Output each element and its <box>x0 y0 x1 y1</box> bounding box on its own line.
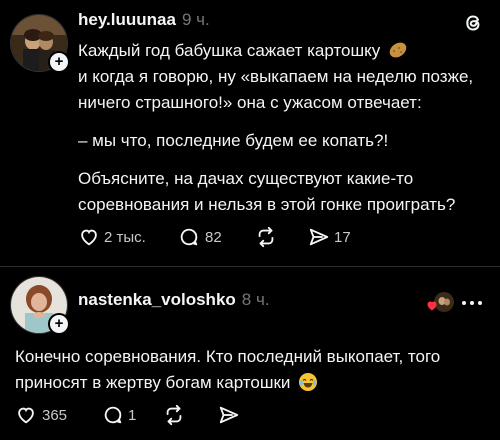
reply-reply-count: 1 <box>128 407 137 424</box>
post-text-line-6: соревнования и нельзя в этой гонке проиг… <box>78 195 456 214</box>
post-text-line-2: и когда я говорю, ну «выкапаем на неделю… <box>78 67 474 86</box>
potato-emoji-icon <box>388 40 408 60</box>
repost-icon[interactable] <box>255 226 277 248</box>
post-text-line: Каждый год бабушка сажает картошку <box>78 38 408 63</box>
reply-like-count: 365 <box>42 407 68 424</box>
divider <box>0 266 500 267</box>
post-text-line-5: Объясните, на дачах существуют какие-то <box>78 169 414 188</box>
reply-share-send-icon[interactable] <box>218 404 240 426</box>
reply-reply-bubble-icon[interactable] <box>102 404 124 426</box>
follow-plus-button-reply[interactable]: + <box>48 313 70 335</box>
post-text-line-1: Каждый год бабушка сажает картошку <box>78 41 381 60</box>
laughing-crying-emoji-icon <box>298 372 318 392</box>
share-send-icon[interactable] <box>308 226 330 248</box>
post-username[interactable]: hey.luuunaa <box>78 10 176 29</box>
post-text-line-4: – мы что, последние будем ее копать?! <box>78 131 389 150</box>
reply-text-line-1: Конечно соревнования. Кто последний выко… <box>15 347 441 366</box>
red-heart-icon <box>426 300 438 312</box>
threads-logo-icon[interactable] <box>462 12 484 34</box>
follow-plus-button[interactable]: + <box>48 51 70 73</box>
share-count: 17 <box>334 229 351 246</box>
reply-count: 82 <box>205 229 222 246</box>
reply-bubble-icon[interactable] <box>178 226 200 248</box>
reply-username[interactable]: nastenka_voloshko <box>78 290 236 309</box>
reply-like-heart-icon[interactable] <box>15 404 37 426</box>
post-header: hey.luuunaa 9 ч. <box>78 10 210 30</box>
reply-text-line-2: приносят в жертву богам картошки <box>15 370 318 395</box>
reply-timestamp: 8 ч. <box>241 290 270 309</box>
author-liked-indicator <box>426 292 454 316</box>
post-timestamp: 9 ч. <box>181 10 210 29</box>
reply-header: nastenka_voloshko 8 ч. <box>78 290 270 310</box>
post-text-line-3: ничего страшного!» она с ужасом отвечает… <box>78 93 422 112</box>
reply-text-line-2-text: приносят в жертву богам картошки <box>15 373 291 392</box>
reply-repost-icon[interactable] <box>163 404 185 426</box>
like-count: 2 тыс. <box>104 229 146 246</box>
more-options-icon[interactable] <box>460 298 484 308</box>
like-heart-icon[interactable] <box>78 226 100 248</box>
